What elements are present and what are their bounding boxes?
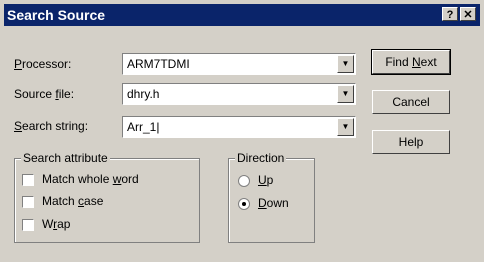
up-label: Up — [258, 173, 274, 187]
chevron-down-icon[interactable]: ▼ — [337, 85, 354, 103]
down-label: Down — [258, 196, 289, 210]
search-string-input[interactable]: Arr_1| — [127, 120, 159, 134]
processor-label: Processor: — [14, 57, 72, 71]
chevron-down-icon[interactable]: ▼ — [337, 55, 354, 73]
search-string-label: Search string: — [14, 119, 89, 133]
close-button[interactable]: ✕ — [460, 7, 476, 21]
source-file-value: dhry.h — [127, 87, 160, 101]
down-radio[interactable] — [238, 198, 250, 210]
radio-selected-dot — [242, 202, 246, 206]
title-bar: Search Source ? ✕ — [4, 4, 480, 26]
processor-combo[interactable]: ARM7TDMI ▼ — [122, 53, 356, 75]
search-source-dialog: Search Source ? ✕ Processor: ARM7TDMI ▼ … — [0, 0, 484, 262]
direction-legend: Direction — [235, 151, 287, 165]
source-file-label: Source file: — [14, 87, 75, 101]
chevron-down-icon[interactable]: ▼ — [337, 118, 354, 136]
dialog-title: Search Source — [7, 7, 106, 23]
match-whole-word-checkbox[interactable] — [22, 174, 34, 186]
source-file-combo[interactable]: dhry.h ▼ — [122, 83, 356, 105]
processor-value: ARM7TDMI — [127, 57, 190, 71]
search-attribute-legend: Search attribute — [21, 151, 110, 165]
wrap-label: Wrap — [42, 217, 71, 231]
wrap-checkbox[interactable] — [22, 219, 34, 231]
up-radio[interactable] — [238, 175, 250, 187]
match-case-checkbox[interactable] — [22, 196, 34, 208]
cancel-button[interactable]: Cancel — [372, 90, 450, 114]
question-icon: ? — [446, 9, 454, 21]
help-button[interactable]: Help — [372, 130, 450, 154]
match-whole-word-label: Match whole word — [42, 172, 139, 186]
find-next-button[interactable]: Find Next — [371, 49, 451, 75]
help-title-button[interactable]: ? — [442, 7, 458, 21]
match-case-label: Match case — [42, 194, 104, 208]
close-icon: ✕ — [463, 9, 473, 21]
search-string-combo[interactable]: Arr_1| ▼ — [122, 116, 356, 138]
